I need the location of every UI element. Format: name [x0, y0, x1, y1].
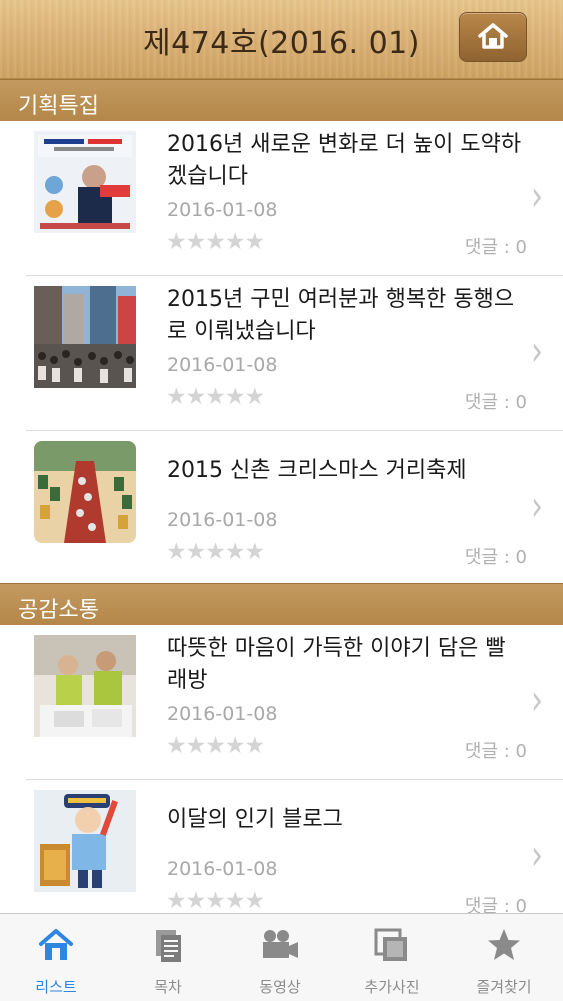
tab-extra-photos[interactable]: 추가사진: [336, 914, 448, 1001]
tab-bar: 리스트 목차 동영상 추가사진 즐겨찾기: [0, 913, 563, 1001]
rating-stars: ★★★★★: [166, 733, 265, 759]
document-icon: [112, 928, 224, 966]
chevron-right-icon: ›: [531, 831, 543, 880]
section-header: 공감소통: [0, 583, 563, 627]
section-header: 기획특집: [0, 79, 563, 123]
star-icon: [448, 928, 560, 966]
article-title: 2015년 구민 여러분과 행복한 동행으로 이뤄냈습니다: [167, 287, 515, 344]
video-camera-icon: [224, 928, 336, 966]
rating-stars: ★★★★★: [166, 229, 265, 255]
comment-count: 댓글 : 0: [464, 237, 527, 258]
article-thumbnail: [34, 635, 136, 737]
article-date: 2016-01-08: [167, 354, 278, 376]
chevron-right-icon: ›: [531, 676, 543, 725]
list-item[interactable]: 2016년 새로운 변화로 더 높이 도약하겠습니다 2016-01-08 ★★…: [0, 121, 563, 276]
list-item[interactable]: 2015년 구민 여러분과 행복한 동행으로 이뤄냈습니다 2016-01-08…: [0, 276, 563, 431]
chevron-right-icon: ›: [531, 172, 543, 221]
tab-label: 추가사진: [364, 978, 420, 996]
rating-stars: ★★★★★: [166, 384, 265, 410]
rating-stars: ★★★★★: [166, 888, 265, 914]
home-icon: [478, 23, 508, 49]
article-date: 2016-01-08: [167, 858, 278, 880]
chevron-right-icon: ›: [531, 327, 543, 376]
tab-video[interactable]: 동영상: [224, 914, 336, 1001]
comment-count: 댓글 : 0: [464, 741, 527, 762]
article-title: 따뜻한 마음이 가득한 이야기 담은 빨래방: [167, 636, 506, 693]
section-title: 공감소통: [18, 598, 99, 623]
tab-label: 목차: [154, 978, 182, 996]
tab-list[interactable]: 리스트: [0, 914, 112, 1001]
article-thumbnail: [34, 286, 136, 388]
home-icon: [0, 928, 112, 966]
rating-stars: ★★★★★: [166, 539, 265, 565]
list-item[interactable]: 이달의 인기 블로그 2016-01-08 ★★★★★ 댓글 : 0 ›: [0, 780, 563, 935]
article-thumbnail: [34, 441, 136, 543]
article-date: 2016-01-08: [167, 703, 278, 725]
tab-label: 즐겨찾기: [476, 978, 532, 996]
list-item[interactable]: 따뜻한 마음이 가득한 이야기 담은 빨래방 2016-01-08 ★★★★★ …: [0, 625, 563, 780]
article-title: 이달의 인기 블로그: [167, 807, 343, 832]
article-thumbnail: [34, 790, 136, 892]
comment-count: 댓글 : 0: [464, 392, 527, 413]
article-title: 2015 신촌 크리스마스 거리축제: [167, 458, 467, 483]
section-title: 기획특집: [18, 94, 99, 119]
tab-label: 리스트: [35, 978, 77, 996]
comment-count: 댓글 : 0: [464, 547, 527, 568]
header-bar: 제474호(2016. 01): [0, 0, 563, 79]
list-item[interactable]: 2015 신촌 크리스마스 거리축제 2016-01-08 ★★★★★ 댓글 :…: [0, 431, 563, 586]
article-thumbnail: [34, 131, 136, 233]
article-title: 2016년 새로운 변화로 더 높이 도약하겠습니다: [167, 132, 522, 189]
photos-icon: [336, 928, 448, 966]
tab-contents[interactable]: 목차: [112, 914, 224, 1001]
article-date: 2016-01-08: [167, 199, 278, 221]
tab-label: 동영상: [259, 978, 301, 996]
tab-favorites[interactable]: 즐겨찾기: [448, 914, 560, 1001]
chevron-right-icon: ›: [531, 482, 543, 531]
article-date: 2016-01-08: [167, 509, 278, 531]
home-button[interactable]: [459, 12, 527, 62]
